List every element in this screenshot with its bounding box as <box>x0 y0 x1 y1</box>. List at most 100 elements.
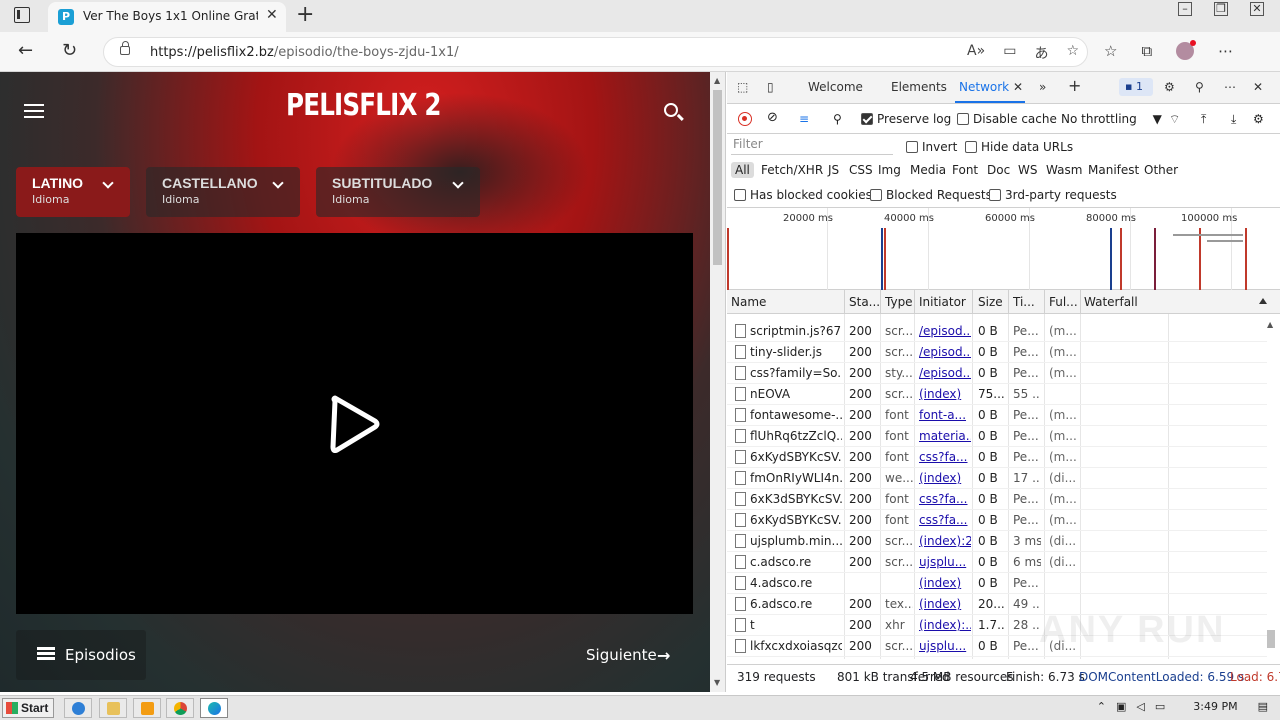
arrow-right-icon[interactable]: → <box>657 646 670 665</box>
table-row[interactable]: 6xKydSBYKcSV... 200 font css?fa... 0 B Pe... (… <box>727 447 1267 468</box>
close-tab-icon[interactable]: ✕ <box>1013 80 1023 94</box>
type-filter-media[interactable]: Media <box>910 163 946 177</box>
menu-icon[interactable] <box>24 104 44 122</box>
column-size[interactable]: Size <box>978 295 1003 309</box>
page-scrollbar[interactable]: ▲ ▼ <box>710 72 726 692</box>
throttling-select[interactable]: No throttling ▼ <box>1061 112 1162 126</box>
export-har-icon[interactable]: ⤓ <box>1231 112 1236 127</box>
type-filter-font[interactable]: Font <box>952 163 978 177</box>
request-initiator[interactable]: font-a... <box>919 408 971 422</box>
profile-avatar[interactable] <box>1176 40 1197 60</box>
next-episode-button[interactable]: Siguiente <box>586 646 657 664</box>
table-row[interactable]: ujsplumb.min.... 200 scr... (index):2 0 B 3 m… <box>727 531 1267 552</box>
request-initiator[interactable]: /episod... <box>919 345 971 359</box>
language-option-latino[interactable]: LATINO Idioma <box>16 167 130 217</box>
customize-icon[interactable]: ⚲ <box>1195 80 1204 94</box>
network-conditions-icon[interactable]: ⌔ <box>1169 112 1180 127</box>
request-initiator[interactable]: (index):2 <box>919 534 971 548</box>
taskbar-edge[interactable] <box>200 698 228 718</box>
type-filter-other[interactable]: Other <box>1144 163 1178 177</box>
request-initiator[interactable]: ujsplu... <box>919 555 971 569</box>
request-initiator[interactable]: (index) <box>919 387 971 401</box>
settings-gear-icon[interactable]: ⚙ <box>1164 80 1175 94</box>
column-initiator[interactable]: Initiator <box>919 295 966 309</box>
table-row[interactable]: 6xK3dSBYKcSV... 200 font css?fa... 0 B Pe... (… <box>727 489 1267 510</box>
close-icon[interactable]: ✕ <box>266 7 278 23</box>
scroll-up-icon[interactable]: ▲ <box>714 76 720 85</box>
table-row[interactable]: flUhRq6tzZclQ... 200 font materia... 0 B Pe..… <box>727 426 1267 447</box>
inspect-icon[interactable]: ⬚ <box>737 80 748 94</box>
new-tab-icon[interactable]: + <box>296 2 314 27</box>
request-initiator[interactable]: css?fa... <box>919 513 971 527</box>
type-filter-all[interactable]: All <box>731 162 754 178</box>
search-icon[interactable]: ⚲ <box>833 112 842 126</box>
language-option-castellano[interactable]: CASTELLANO Idioma <box>146 167 300 217</box>
device-emulation-icon[interactable]: ▯ <box>767 80 774 94</box>
translate-icon[interactable]: あ <box>1034 43 1048 63</box>
more-options-icon[interactable]: ⋯ <box>1218 42 1233 60</box>
browser-tab[interactable]: P Ver The Boys 1x1 Online Gratis Ca ✕ <box>48 2 286 32</box>
issues-badge[interactable]: ▪ 1 <box>1119 78 1153 96</box>
import-har-icon[interactable]: ⤒ <box>1201 112 1206 127</box>
invert-checkbox[interactable]: Invert <box>906 140 957 154</box>
clear-icon[interactable]: ⊘ <box>767 110 778 125</box>
tab-actions-icon[interactable] <box>14 7 30 23</box>
close-devtools-icon[interactable]: ✕ <box>1253 80 1263 94</box>
type-filter-fetch-xhr[interactable]: Fetch/XHR <box>761 163 823 177</box>
play-icon[interactable] <box>329 395 381 453</box>
restore-icon[interactable]: ❐ <box>1214 2 1228 16</box>
request-initiator[interactable]: css?fa... <box>919 450 971 464</box>
column-waterfall[interactable]: Waterfall <box>1084 295 1138 309</box>
table-row[interactable]: c.adsco.re 200 scr... ujsplu... 0 B 6 ms (di..… <box>727 552 1267 573</box>
network-overview-timeline[interactable]: 20000 ms 40000 ms 60000 ms 80000 ms 1000… <box>727 208 1280 290</box>
request-initiator[interactable]: css?fa... <box>919 492 971 506</box>
blocked-cookies-checkbox[interactable]: Has blocked cookies <box>734 188 872 202</box>
favorites-icon[interactable]: ☆ <box>1104 42 1117 60</box>
column-time[interactable]: Ti... <box>1013 295 1035 309</box>
column-name[interactable]: Name <box>731 295 766 309</box>
tray-arrow-icon[interactable]: ⌃ <box>1097 700 1106 713</box>
table-row[interactable]: 6xKydSBYKcSV... 200 font css?fa... 0 B Pe... (… <box>727 510 1267 531</box>
record-icon[interactable] <box>738 112 752 126</box>
request-initiator[interactable]: ujsplu... <box>919 639 971 653</box>
preserve-log-checkbox[interactable]: Preserve log <box>861 112 951 126</box>
third-party-checkbox[interactable]: 3rd-party requests <box>989 188 1117 202</box>
language-option-subtitulado[interactable]: SUBTITULADO Idioma <box>316 167 480 217</box>
table-row[interactable]: tiny-slider.js 200 scr... /episod... 0 B Pe..… <box>727 342 1267 363</box>
request-initiator[interactable]: materia... <box>919 429 971 443</box>
network-settings-icon[interactable]: ⚙ <box>1253 112 1264 126</box>
more-tabs-icon[interactable]: » <box>1039 80 1046 94</box>
type-filter-js[interactable]: JS <box>828 163 839 177</box>
type-filter-img[interactable]: Img <box>878 163 901 177</box>
sort-ascending-icon[interactable] <box>1259 298 1267 304</box>
scroll-up-icon[interactable]: ▲ <box>1267 320 1273 329</box>
episodes-button[interactable]: Episodios <box>16 630 146 680</box>
tab-welcome[interactable]: Welcome <box>808 80 863 94</box>
request-initiator[interactable]: /episod... <box>919 324 971 338</box>
table-row[interactable]: nEOVA 200 scr... (index) 75... 55 ... <box>727 384 1267 405</box>
column-fulfilled[interactable]: Ful... <box>1049 295 1078 309</box>
show-desktop-icon[interactable]: ▤ <box>1258 700 1268 713</box>
taskbar-media[interactable] <box>133 698 161 718</box>
immersive-reader-icon[interactable]: ▭ <box>1003 43 1016 63</box>
search-icon[interactable] <box>664 103 678 117</box>
back-icon[interactable]: ← <box>18 40 33 61</box>
volume-icon[interactable]: ◁ <box>1136 700 1144 713</box>
table-row[interactable]: scriptmin.js?67... 200 scr... /episod... 0 B… <box>727 321 1267 342</box>
add-tab-icon[interactable]: + <box>1068 76 1081 95</box>
battery-icon[interactable]: ▭ <box>1155 700 1165 713</box>
request-initiator[interactable]: (index) <box>919 471 971 485</box>
tab-network[interactable]: Network <box>959 80 1009 94</box>
close-window-icon[interactable]: ✕ <box>1250 2 1264 16</box>
taskbar-explorer[interactable] <box>99 698 127 718</box>
request-initiator[interactable]: (index):... <box>919 618 971 632</box>
address-bar[interactable]: https://pelisflix2.bz/episodio/the-boys-… <box>103 37 1088 67</box>
disable-cache-checkbox[interactable]: Disable cache <box>957 112 1057 126</box>
blocked-requests-checkbox[interactable]: Blocked Requests <box>870 188 992 202</box>
add-favorite-icon[interactable]: ☆ <box>1066 43 1079 63</box>
type-filter-ws[interactable]: WS <box>1018 163 1037 177</box>
type-filter-wasm[interactable]: Wasm <box>1046 163 1082 177</box>
scroll-down-icon[interactable]: ▼ <box>714 678 720 687</box>
minimize-icon[interactable]: – <box>1178 2 1192 16</box>
collections-icon[interactable]: ⧉ <box>1141 42 1152 60</box>
